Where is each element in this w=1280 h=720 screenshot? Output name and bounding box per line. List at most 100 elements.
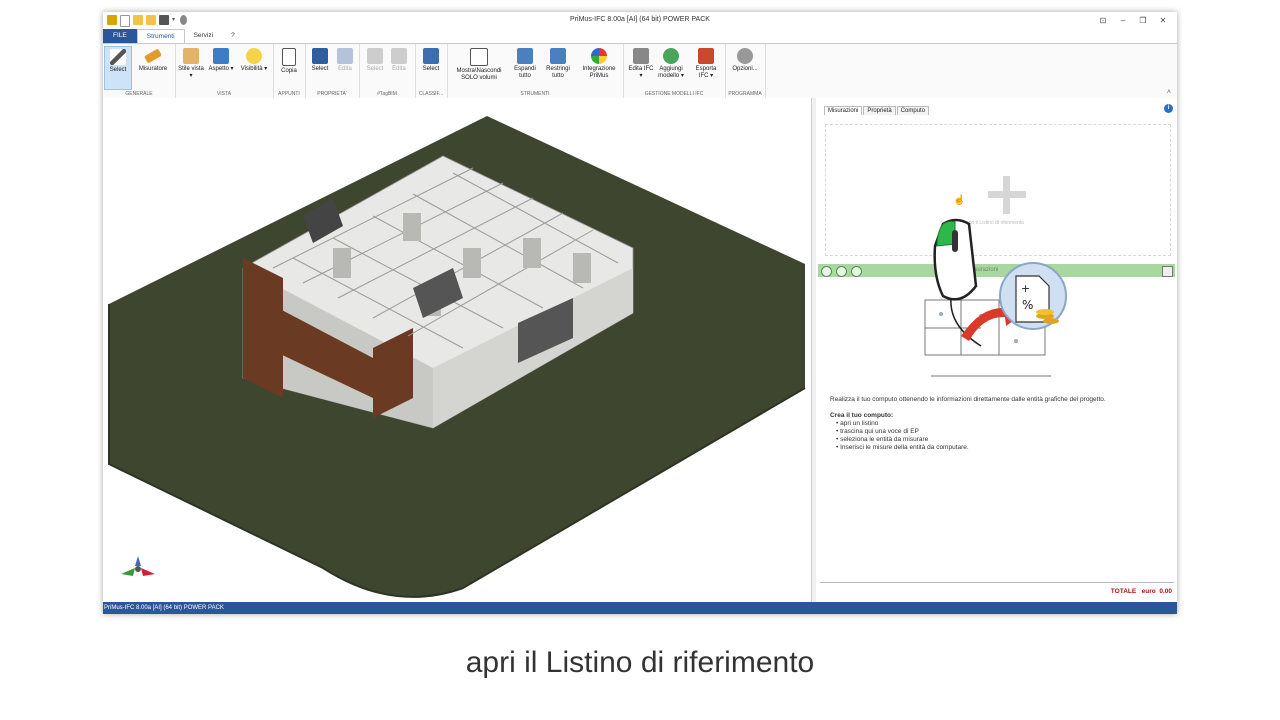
hashtag-edit-icon xyxy=(391,48,407,64)
info-icon[interactable]: i xyxy=(1164,104,1173,113)
restringi-tutto-button[interactable]: Restringi tutto xyxy=(544,46,572,88)
house-icon xyxy=(213,48,229,64)
aspetto-button[interactable]: Aspetto ▾ xyxy=(207,46,235,88)
status-bar: PriMus-IFC 8.00a [AI] (64 bit) POWER PAC… xyxy=(103,602,1177,614)
stile-vista-label: Stile vista ▾ xyxy=(178,66,204,79)
cube-style-icon xyxy=(183,48,199,64)
tagbim-edita-button[interactable]: Edita xyxy=(385,46,413,88)
misuratore-button[interactable]: Misuratore xyxy=(135,46,171,88)
integrazione-primus-button[interactable]: Integrazione PriMus xyxy=(579,46,619,88)
maximize-button[interactable]: ❐ xyxy=(1133,14,1153,27)
group-label-tagbim: #TagBIM xyxy=(377,91,397,97)
list-item: apri un listino xyxy=(836,420,1170,428)
esporta-ifc-label: Esporta IFC ▾ xyxy=(695,66,717,79)
price-list-document-icon: + % xyxy=(999,262,1067,330)
group-label-proprieta: PROPRIETA' xyxy=(317,91,347,97)
copy-icon xyxy=(282,48,296,66)
tab-help[interactable]: ? xyxy=(222,29,244,43)
tab-computo[interactable]: Computo xyxy=(896,106,930,115)
mostra-nascondi-label: Mostra\Nascondi SOLO volumi xyxy=(456,68,502,81)
group-label-generale: GENERALE xyxy=(125,91,153,97)
steps-heading: Crea il tuo computo: xyxy=(830,412,894,419)
group-label-vista: VISTA xyxy=(216,91,232,97)
measure-options-icon[interactable] xyxy=(1162,266,1173,277)
restore-ribbon-button[interactable]: ⊡ xyxy=(1093,14,1113,27)
select-button[interactable]: Select xyxy=(104,46,132,90)
building-model-view[interactable] xyxy=(103,98,811,602)
tab-servizi[interactable]: Servizi xyxy=(185,29,223,43)
tab-misurazioni[interactable]: Misurazioni xyxy=(824,106,863,115)
totale-readout: TOTALE euro 0.00 xyxy=(1111,588,1172,595)
edit-ifc-icon xyxy=(633,48,649,64)
tagbim-edita-label: Edita xyxy=(392,66,406,72)
aggiungi-modello-label: Aggiungi modello ▾ xyxy=(658,66,684,79)
close-button[interactable]: ✕ xyxy=(1153,14,1173,27)
properties-icon xyxy=(312,48,328,64)
proprieta-select-button[interactable]: Select xyxy=(306,46,334,88)
svg-text:%: % xyxy=(1022,298,1033,312)
restringi-tutto-label: Restringi tutto xyxy=(546,66,570,79)
visibilita-button[interactable]: Visibilità ▾ xyxy=(239,46,269,88)
application-window: ▾ PriMus-IFC 8.00a [AI] (64 bit) POWER P… xyxy=(103,12,1177,614)
export-ifc-icon xyxy=(698,48,714,64)
measure-add-icon[interactable] xyxy=(821,266,832,277)
properties-edit-icon xyxy=(337,48,353,64)
edita-ifc-button[interactable]: Edita IFC ▾ xyxy=(627,46,655,88)
classif-select-button[interactable]: Select xyxy=(417,46,445,88)
group-generale: Select Misuratore GENERALE xyxy=(103,44,176,98)
edita-ifc-label: Edita IFC ▾ xyxy=(628,66,654,79)
lightbulb-icon xyxy=(246,48,262,64)
esporta-ifc-button[interactable]: Esporta IFC ▾ xyxy=(691,46,721,88)
proprieta-edita-button[interactable]: Edita xyxy=(331,46,359,88)
copia-button[interactable]: Copia xyxy=(275,46,303,88)
add-plus-icon[interactable] xyxy=(988,176,1026,214)
measure-remove-icon[interactable] xyxy=(851,266,862,277)
axis-gizmo-icon[interactable] xyxy=(121,556,155,578)
tab-proprieta[interactable]: Proprietà xyxy=(863,106,896,115)
hand-cursor-icon: ☝ xyxy=(953,195,966,206)
video-caption: apri il Listino di riferimento xyxy=(465,646,815,679)
mostra-nascondi-button[interactable]: Mostra\Nascondi SOLO volumi xyxy=(451,46,507,88)
group-gestione-modelli-ifc: Edita IFC ▾ Aggiungi modello ▾ Esporta I… xyxy=(623,44,726,98)
totale-currency: euro xyxy=(1141,588,1156,595)
add-model-icon xyxy=(663,48,679,64)
tab-file[interactable]: FILE xyxy=(103,29,137,43)
group-label-programma: PROGRAMMA xyxy=(728,91,762,97)
proprieta-edita-label: Edita xyxy=(338,66,352,72)
computo-illustration: + % xyxy=(921,216,1081,391)
right-pane: Misurazioni Proprietà Computo i apri il … xyxy=(816,98,1177,602)
tagbim-select-label: Select xyxy=(366,66,384,72)
misuratore-label: Misuratore xyxy=(138,66,168,72)
aspetto-label: Aspetto ▾ xyxy=(208,66,234,72)
3d-viewport[interactable] xyxy=(103,98,811,602)
collapse-ribbon-icon[interactable]: ˄ xyxy=(1167,89,1171,96)
svg-text:+: + xyxy=(1021,282,1030,295)
title-bar: ▾ PriMus-IFC 8.00a [AI] (64 bit) POWER P… xyxy=(103,12,1177,29)
group-appunti: Copia APPUNTI xyxy=(273,44,306,98)
opzioni-label: Opzioni... xyxy=(732,66,758,72)
cursor-arrow-icon xyxy=(110,49,126,65)
gears-icon xyxy=(737,48,753,64)
stile-vista-button[interactable]: Stile vista ▾ xyxy=(177,46,205,88)
tab-strumenti[interactable]: Strumenti xyxy=(136,29,185,43)
measure-list-icon[interactable] xyxy=(836,266,847,277)
hashtag-icon xyxy=(367,48,383,64)
opzioni-button[interactable]: Opzioni... xyxy=(729,46,761,88)
list-item: trascina qui una voce di EP xyxy=(836,428,1170,436)
list-item: seleziona le entità da misurare xyxy=(836,436,1170,444)
group-tagbim: Select Edita #TagBIM xyxy=(359,44,416,98)
steps-list: apri un listino trascina qui una voce di… xyxy=(830,420,1170,452)
window-controls: ⊡ – ❐ ✕ xyxy=(1093,14,1173,27)
espandi-tutto-button[interactable]: Espandi tutto xyxy=(511,46,539,88)
integrazione-primus-label: Integrazione PriMus xyxy=(582,66,616,79)
select-label: Select xyxy=(109,67,127,73)
group-programma: Opzioni... PROGRAMMA xyxy=(725,44,766,98)
group-classificazione: Select CLASSIF... xyxy=(415,44,448,98)
ruler-pencil-icon xyxy=(144,48,162,64)
tree-list-icon xyxy=(423,48,439,64)
totale-divider xyxy=(820,582,1174,583)
minimize-button[interactable]: – xyxy=(1113,14,1133,27)
group-proprieta: Select Edita PROPRIETA' xyxy=(305,44,360,98)
aggiungi-modello-button[interactable]: Aggiungi modello ▾ xyxy=(655,46,687,88)
group-strumenti: Mostra\Nascondi SOLO volumi Espandi tutt… xyxy=(447,44,624,98)
